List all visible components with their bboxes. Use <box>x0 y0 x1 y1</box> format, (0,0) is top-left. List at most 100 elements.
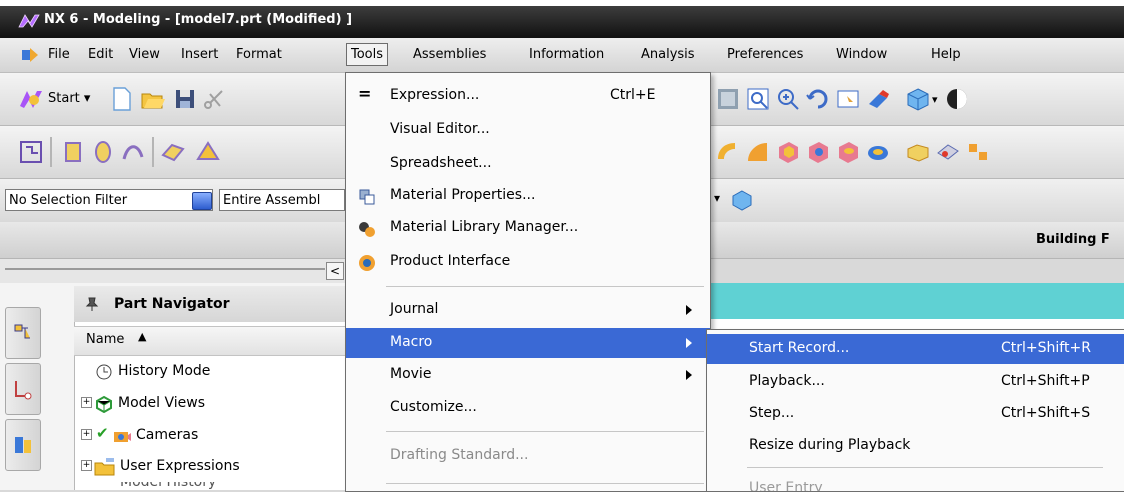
expand-icon[interactable]: + <box>81 460 92 471</box>
scope-select[interactable]: Entire Assembl <box>219 189 345 211</box>
chamfer-icon[interactable] <box>745 139 771 165</box>
menu-window[interactable]: Window <box>836 47 887 62</box>
shaded-view-icon[interactable] <box>715 86 741 112</box>
part-tree-icon <box>15 381 32 400</box>
menu-format[interactable]: Format <box>236 47 282 62</box>
selection-filter-select[interactable]: No Selection Filter <box>5 189 213 211</box>
menu-insert[interactable]: Insert <box>181 47 218 62</box>
menu-item-step[interactable]: Step... Ctrl+Shift+S <box>707 399 1124 429</box>
reuse-library-tab[interactable] <box>5 419 41 471</box>
menu-item-visual-editor[interactable]: Visual Editor... <box>346 115 710 145</box>
selection-filter-dropdown-icon[interactable] <box>192 192 212 210</box>
menu-item-spreadsheet[interactable]: Spreadsheet... <box>346 149 710 179</box>
nav-item-label: User Expressions <box>120 458 240 474</box>
orient-view-dropdown[interactable]: ▾ <box>932 93 938 106</box>
save-icon[interactable] <box>172 86 198 112</box>
hole-icon[interactable] <box>805 139 831 165</box>
navigator-row[interactable]: Model History <box>74 482 350 490</box>
expand-icon[interactable]: + <box>81 397 92 408</box>
trim-body-icon[interactable] <box>935 139 961 165</box>
menu-bar: File Edit View Insert Format Tools Assem… <box>0 38 1124 73</box>
menu-item-resize-during-playback[interactable]: Resize during Playback <box>707 431 1124 461</box>
zoom-window-icon[interactable] <box>745 86 771 112</box>
menu-edit[interactable]: Edit <box>88 47 113 62</box>
scope-value: Entire Assembl <box>223 193 321 208</box>
menu-item-journal[interactable]: Journal <box>346 295 710 325</box>
new-file-icon[interactable] <box>108 86 134 112</box>
rotate-icon[interactable] <box>805 86 831 112</box>
menu-assemblies[interactable]: Assemblies <box>413 47 486 62</box>
sort-ascending-icon[interactable]: ▲ <box>138 330 146 343</box>
menu-item-label: Spreadsheet... <box>390 155 492 171</box>
orient-view-icon[interactable] <box>905 86 931 112</box>
menu-item-shortcut: Ctrl+Shift+P <box>1001 373 1090 389</box>
open-folder-icon[interactable] <box>140 86 166 112</box>
datum-plane-icon[interactable] <box>195 139 221 165</box>
menu-item-label: Customize... <box>390 399 477 415</box>
menu-item-drafting-standard[interactable]: Drafting Standard... <box>346 441 710 471</box>
resource-bar-header: < <box>0 259 350 283</box>
revolve-icon[interactable] <box>90 139 116 165</box>
menu-item-label: Journal <box>390 301 439 317</box>
extrude-icon[interactable] <box>60 139 86 165</box>
menu-item-material-library-manager[interactable]: Material Library Manager... <box>346 213 710 243</box>
menu-separator <box>386 483 704 484</box>
app-menu-icon[interactable] <box>20 46 40 64</box>
menu-item-start-record[interactable]: Start Record... Ctrl+Shift+R <box>707 334 1124 364</box>
name-column-header[interactable]: Name <box>86 332 124 347</box>
expand-icon[interactable]: + <box>81 429 92 440</box>
menu-item-customize[interactable]: Customize... <box>346 393 710 423</box>
menu-preferences[interactable]: Preferences <box>727 47 803 62</box>
menu-tools[interactable]: Tools <box>346 43 389 66</box>
collapse-panel-button[interactable]: < <box>326 262 344 280</box>
edge-blend-icon[interactable] <box>715 139 741 165</box>
menu-item-shortcut: Ctrl+E <box>610 87 656 103</box>
select-body-icon[interactable] <box>730 188 754 212</box>
library-icon <box>15 437 31 453</box>
menu-item-expression[interactable]: = Expression... Ctrl+E <box>346 81 710 111</box>
pin-icon[interactable] <box>84 296 100 312</box>
menu-separator <box>386 286 704 287</box>
boss-icon[interactable] <box>835 139 861 165</box>
navigator-row[interactable]: History Mode <box>74 357 350 387</box>
menu-item-playback[interactable]: Playback... Ctrl+Shift+P <box>707 367 1124 397</box>
start-button[interactable]: Start ▾ <box>48 91 90 106</box>
clock-icon <box>96 364 112 380</box>
assembly-navigator-tab[interactable] <box>5 307 41 359</box>
render-icon[interactable] <box>865 86 891 112</box>
menu-view[interactable]: View <box>129 47 160 62</box>
folder-icon <box>94 458 115 476</box>
navigator-row[interactable]: + ✔ Cameras <box>74 421 350 451</box>
menu-item-label: Step... <box>749 405 795 421</box>
camera-icon <box>114 432 131 442</box>
cut-icon[interactable] <box>200 86 226 112</box>
zoom-in-icon[interactable] <box>775 86 801 112</box>
shell-icon[interactable] <box>775 139 801 165</box>
menu-item-macro[interactable]: Macro <box>346 328 710 358</box>
menu-item-user-entry[interactable]: User Entry <box>707 476 1124 491</box>
menu-item-movie[interactable]: Movie <box>346 360 710 390</box>
material-properties-icon <box>359 189 375 205</box>
menu-item-product-interface[interactable]: Product Interface <box>346 247 710 277</box>
pocket-icon[interactable] <box>865 139 891 165</box>
pan-icon[interactable] <box>835 86 861 112</box>
start-icon[interactable] <box>18 86 44 112</box>
sketch-icon[interactable] <box>18 139 44 165</box>
sweep-icon[interactable] <box>120 139 146 165</box>
pattern-icon[interactable] <box>965 139 991 165</box>
menu-analysis[interactable]: Analysis <box>641 47 695 62</box>
menu-item-label: Visual Editor... <box>390 121 490 137</box>
navigator-column-header: Name ▲ <box>74 326 350 356</box>
part-navigator-tab[interactable] <box>5 363 41 415</box>
menu-help[interactable]: Help <box>931 47 961 62</box>
display-mode-icon[interactable] <box>944 86 970 112</box>
navigator-row[interactable]: + User Expressions <box>74 452 350 482</box>
scope-dropdown-icon[interactable]: ▾ <box>714 191 720 205</box>
surface-icon[interactable] <box>160 139 186 165</box>
pad-icon[interactable] <box>905 139 931 165</box>
toolbar-separator <box>50 137 52 167</box>
menu-item-material-properties[interactable]: Material Properties... <box>346 181 710 211</box>
menu-information[interactable]: Information <box>529 47 604 62</box>
navigator-row[interactable]: + Model Views <box>74 389 350 419</box>
menu-file[interactable]: File <box>48 47 70 62</box>
